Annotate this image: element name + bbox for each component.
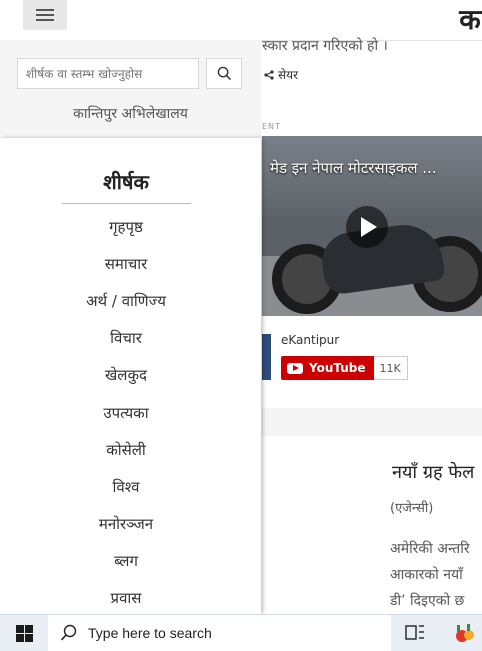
taskbar-search-text: Type here to search	[88, 625, 212, 641]
nav-item-diaspora[interactable]: प्रवास	[0, 580, 252, 614]
drawer-search-panel	[0, 40, 261, 138]
share-button[interactable]: सेयर	[264, 66, 298, 83]
channel-avatar[interactable]	[262, 334, 271, 380]
search-input[interactable]	[17, 58, 199, 89]
top-bar: का	[0, 0, 482, 41]
search-button[interactable]	[206, 58, 242, 89]
nav-item-world[interactable]: विश्व	[0, 468, 252, 505]
youtube-button[interactable]: YouTube	[281, 356, 374, 380]
news-title[interactable]: नयाँ ग्रह फेल	[392, 460, 474, 484]
nav-item-home[interactable]: गृहपृष्ठ	[0, 208, 252, 245]
task-view-icon[interactable]	[404, 623, 426, 643]
nav-item-news[interactable]: समाचार	[0, 245, 252, 282]
nav-item-blog[interactable]: ब्लग	[0, 543, 252, 580]
site-logo[interactable]: का	[459, 0, 482, 38]
drawer-heading: शीर्षक	[103, 170, 149, 194]
youtube-icon	[287, 362, 303, 374]
share-icon	[264, 69, 274, 80]
section-divider	[262, 408, 482, 436]
video-title[interactable]: मेड इन नेपाल मोटरसाइकल ...	[270, 158, 437, 178]
windows-start-icon	[15, 624, 33, 642]
drawer-nav: गृहपृष्ठ समाचार अर्थ / वाणिज्य विचार खेल…	[0, 208, 252, 614]
nav-item-valley[interactable]: उपत्यका	[0, 394, 252, 431]
archive-link[interactable]: कान्तिपुर अभिलेखालय	[0, 104, 261, 123]
play-button[interactable]	[346, 206, 388, 248]
youtube-subscribe[interactable]: YouTube 11K	[281, 356, 408, 380]
hamburger-icon	[36, 9, 54, 21]
nav-item-entertainment[interactable]: मनोरञ्जन	[0, 506, 252, 543]
youtube-label: YouTube	[309, 361, 366, 375]
channel-name[interactable]: eKantipur	[281, 333, 339, 347]
share-label: सेयर	[278, 68, 298, 82]
ad-label: ENT	[262, 122, 281, 131]
video-player[interactable]: मेड इन नेपाल मोटरसाइकल ...	[262, 136, 482, 316]
news-body: अमेरिकी अन्तरि आकारको नयाँ डी’ दिइएको छ	[390, 536, 482, 614]
nav-item-opinion[interactable]: विचार	[0, 320, 252, 357]
nav-item-koseli[interactable]: कोसेली	[0, 431, 252, 468]
news-body-line: अमेरिकी अन्तरि	[390, 541, 470, 557]
app-icon[interactable]	[452, 621, 478, 645]
play-icon	[361, 217, 377, 237]
nav-item-sports[interactable]: खेलकुद	[0, 357, 252, 394]
news-body-line: आकारको नयाँ	[390, 567, 463, 583]
subscriber-count: 11K	[373, 356, 408, 380]
side-drawer: शीर्षक गृहपृष्ठ समाचार अर्थ / वाणिज्य वि…	[0, 138, 261, 614]
nav-item-business[interactable]: अर्थ / वाणिज्य	[0, 282, 252, 319]
news-source: (एजेन्सी)	[390, 501, 434, 516]
article-snippet: स्कार प्रदान गरिएको हो ।	[262, 38, 388, 54]
taskbar-search[interactable]: Type here to search	[48, 615, 391, 651]
news-body-line: डी’ दिइएको छ	[390, 593, 465, 609]
taskbar: Type here to search	[0, 614, 482, 651]
search-icon	[60, 624, 77, 641]
divider	[62, 203, 191, 204]
start-button[interactable]	[0, 615, 48, 651]
menu-button[interactable]	[23, 0, 67, 30]
search-icon	[217, 66, 231, 81]
